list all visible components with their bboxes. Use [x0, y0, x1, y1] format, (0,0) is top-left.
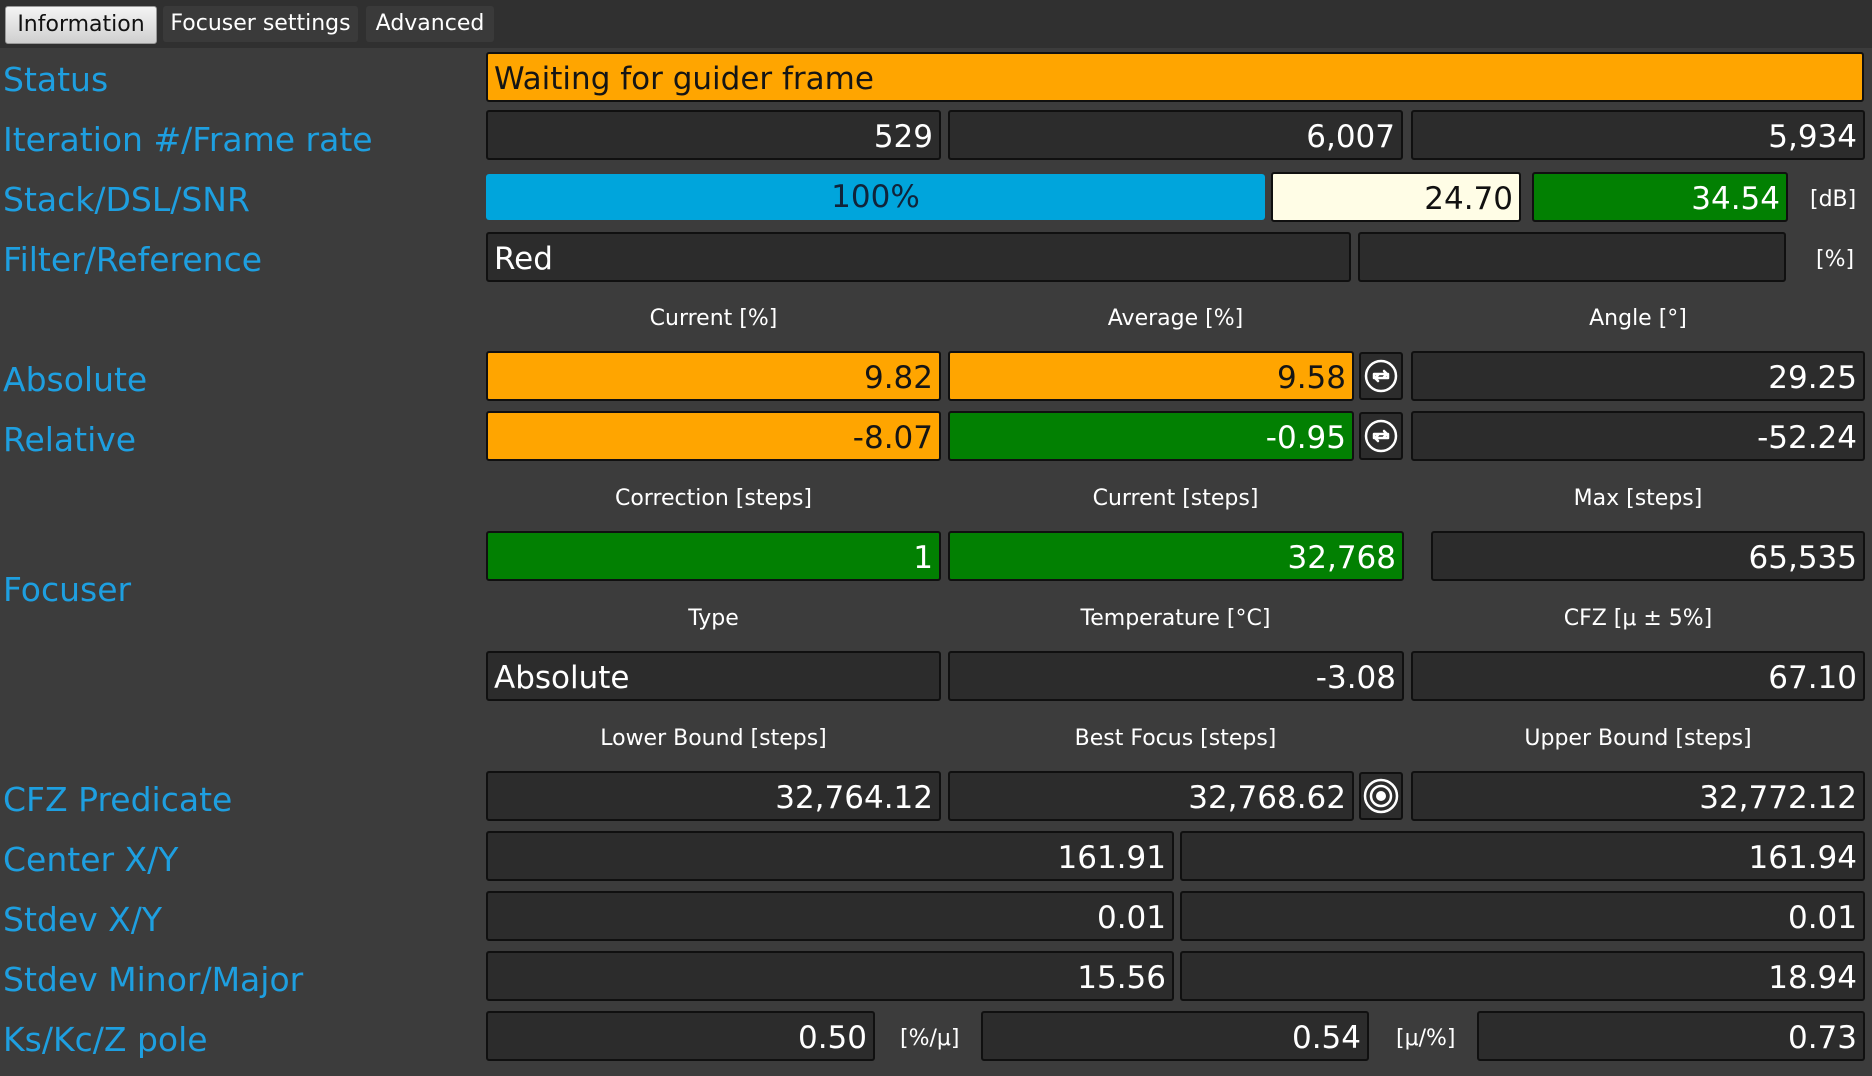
dsl-field: 24.70	[1271, 172, 1521, 222]
reference-unit: [%]	[1816, 247, 1855, 272]
cfz-best-field: 32,768.62	[948, 771, 1354, 821]
relative-current-field: -8.07	[486, 411, 941, 461]
absolute-reset-button[interactable]	[1359, 352, 1403, 400]
tab-bar: Information Focuser settings Advanced	[0, 0, 1872, 48]
focuser-temperature-field: -3.08	[948, 651, 1404, 701]
tab-advanced[interactable]: Advanced	[366, 6, 494, 42]
header-upper-bound: Upper Bound [steps]	[1524, 726, 1752, 751]
absolute-label: Absolute	[3, 360, 148, 399]
focuser-max-field: 65,535	[1431, 531, 1865, 581]
header-max-steps: Max [steps]	[1573, 486, 1703, 511]
center-x-field: 161.91	[486, 831, 1174, 881]
snr-unit: [dB]	[1810, 187, 1857, 212]
focuser-current-field: 32,768	[948, 531, 1404, 581]
focuser-label: Focuser	[3, 570, 132, 609]
relative-label: Relative	[3, 420, 137, 459]
stack-progress-text: 100%	[831, 179, 920, 215]
iteration-field: 529	[486, 110, 941, 160]
header-current-steps: Current [steps]	[1092, 486, 1259, 511]
header-current-percent: Current [%]	[649, 306, 778, 331]
reset-icon	[1364, 359, 1398, 393]
header-temperature: Temperature [°C]	[1080, 606, 1271, 631]
center-label: Center X/Y	[3, 840, 179, 879]
absolute-average-field: 9.58	[948, 351, 1354, 401]
ks-unit: [%/μ]	[900, 1026, 960, 1051]
reset-icon	[1364, 419, 1398, 453]
frame-rate-field-1: 6,007	[948, 110, 1403, 160]
kc-field: 0.54	[981, 1011, 1369, 1061]
relative-angle-field: -52.24	[1411, 411, 1865, 461]
header-correction-steps: Correction [steps]	[614, 486, 813, 511]
stack-label: Stack/DSL/SNR	[3, 180, 250, 219]
ks-field: 0.50	[486, 1011, 875, 1061]
stdev-major-field: 18.94	[1180, 951, 1865, 1001]
snr-field: 34.54	[1532, 172, 1788, 222]
header-cfz: CFZ [μ ± 5%]	[1563, 606, 1713, 631]
tab-information[interactable]: Information	[5, 6, 157, 44]
header-type: Type	[688, 606, 739, 631]
stdev-x-field: 0.01	[486, 891, 1174, 941]
reference-field	[1358, 232, 1786, 282]
absolute-angle-field: 29.25	[1411, 351, 1865, 401]
focuser-cfz-field: 67.10	[1411, 651, 1865, 701]
relative-average-field: -0.95	[948, 411, 1354, 461]
status-field: Waiting for guider frame	[486, 52, 1864, 102]
frame-rate-field-2: 5,934	[1411, 110, 1865, 160]
target-icon	[1363, 778, 1399, 814]
iteration-label: Iteration #/Frame rate	[3, 120, 373, 159]
best-focus-target-button[interactable]	[1359, 772, 1403, 820]
relative-reset-button[interactable]	[1359, 412, 1403, 460]
cfz-lower-field: 32,764.12	[486, 771, 941, 821]
filter-field: Red	[486, 232, 1351, 282]
header-best-focus: Best Focus [steps]	[1074, 726, 1277, 751]
kc-unit: [μ/%]	[1396, 1026, 1456, 1051]
stack-progress-bar: 100%	[486, 174, 1265, 220]
tab-focuser-settings[interactable]: Focuser settings	[163, 6, 358, 42]
header-lower-bound: Lower Bound [steps]	[600, 726, 827, 751]
stdev-label: Stdev X/Y	[3, 900, 163, 939]
stdev-minor-field: 15.56	[486, 951, 1174, 1001]
cfz-predicate-label: CFZ Predicate	[3, 780, 233, 819]
header-angle: Angle [°]	[1589, 306, 1687, 331]
ks-label: Ks/Kc/Z pole	[3, 1020, 208, 1059]
status-label: Status	[3, 60, 109, 99]
stdev-y-field: 0.01	[1180, 891, 1865, 941]
focuser-correction-field: 1	[486, 531, 941, 581]
header-average-percent: Average [%]	[1107, 306, 1244, 331]
center-y-field: 161.94	[1180, 831, 1865, 881]
focuser-type-field: Absolute	[486, 651, 941, 701]
stdev-minor-major-label: Stdev Minor/Major	[3, 960, 304, 999]
cfz-upper-field: 32,772.12	[1411, 771, 1865, 821]
filter-label: Filter/Reference	[3, 240, 263, 279]
z-pole-field: 0.73	[1477, 1011, 1865, 1061]
absolute-current-field: 9.82	[486, 351, 941, 401]
